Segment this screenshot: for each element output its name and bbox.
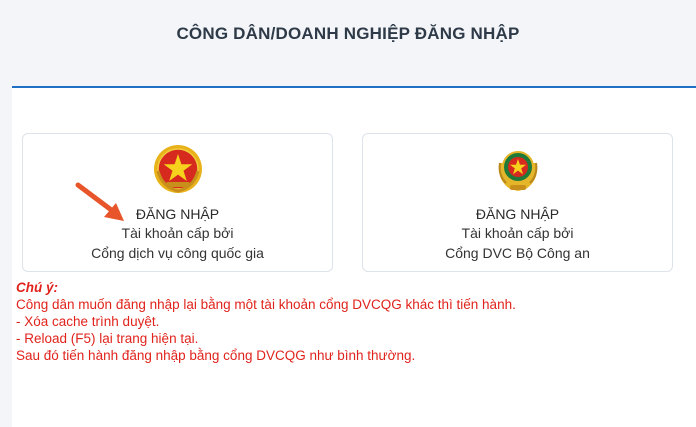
login-panel: ĐĂNG NHẬP Tài khoản cấp bởi Cổng dịch vụ… xyxy=(12,86,696,427)
login-option-national-portal[interactable]: ĐĂNG NHẬP Tài khoản cấp bởi Cổng dịch vụ… xyxy=(22,133,333,272)
login-option-provider-label: Tài khoản cấp bởi xyxy=(461,225,574,241)
notice-section: Chú ý: Công dân muốn đăng nhập lại bằng … xyxy=(16,279,676,364)
notice-line: Sau đó tiến hành đăng nhập bằng cổng DVC… xyxy=(16,348,416,363)
pointer-arrow-icon xyxy=(75,182,124,221)
login-page: CÔNG DÂN/DOANH NGHIỆP ĐĂNG NHẬP ĐĂNG NHẬ… xyxy=(0,0,696,427)
national-emblem-icon xyxy=(153,145,202,193)
police-emblem-icon xyxy=(498,151,537,191)
login-option-police-portal[interactable]: ĐĂNG NHẬP Tài khoản cấp bởi Cổng DVC Bộ … xyxy=(362,133,673,272)
page-title: CÔNG DÂN/DOANH NGHIỆP ĐĂNG NHẬP xyxy=(176,24,520,43)
page-header: CÔNG DÂN/DOANH NGHIỆP ĐĂNG NHẬP xyxy=(0,0,696,86)
login-option-provider-name: Cổng dịch vụ công quốc gia xyxy=(91,245,264,261)
notice-line: - Xóa cache trình duyệt. xyxy=(16,314,160,329)
login-option-provider-name: Cổng DVC Bộ Công an xyxy=(445,245,590,261)
notice-line: Công dân muốn đăng nhập lại bằng một tài… xyxy=(16,297,516,312)
login-option-title: ĐĂNG NHẬP xyxy=(135,206,220,222)
login-option-title: ĐĂNG NHẬP xyxy=(475,206,560,222)
notice-line: - Reload (F5) lại trang hiện tại. xyxy=(16,331,199,346)
notice-title: Chú ý: xyxy=(16,280,58,295)
login-option-provider-label: Tài khoản cấp bởi xyxy=(121,225,234,241)
